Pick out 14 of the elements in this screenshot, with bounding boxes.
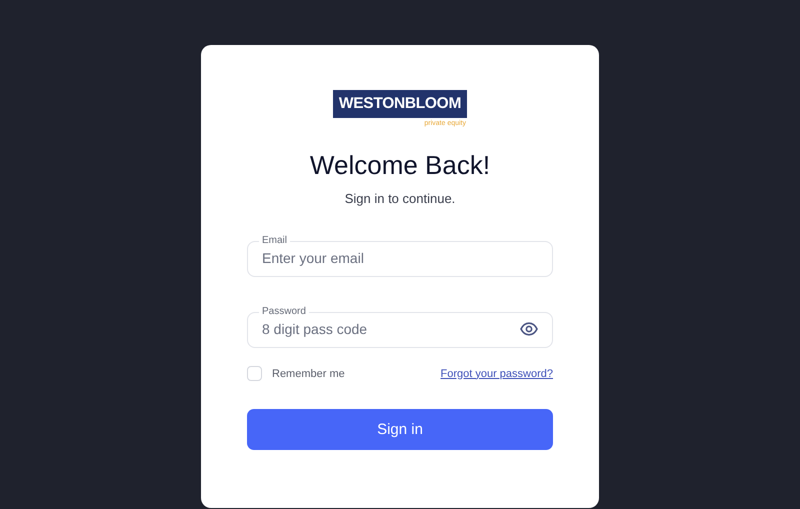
field-label: Password [261,307,307,317]
forgot-password-link[interactable]: Forgot your password? [440,368,553,380]
sign-in-button[interactable]: Sign in [247,409,553,450]
email-field[interactable]: Email Enter your email [247,236,553,277]
field-label: Email [261,236,288,246]
password-field[interactable]: Password 8 digit pass code [247,307,553,348]
welcome-title: Welcome Back! [308,149,492,181]
email-input[interactable]: Enter your email [262,250,538,266]
logo: WESTONBLOOM [332,90,468,118]
subtitle: Sign in to continue. [344,191,456,206]
remember-checkbox[interactable] [247,366,262,381]
password-input[interactable]: 8 digit pass code [262,321,520,337]
eye-icon[interactable] [520,322,538,336]
remember-label: Remember me [272,368,346,380]
